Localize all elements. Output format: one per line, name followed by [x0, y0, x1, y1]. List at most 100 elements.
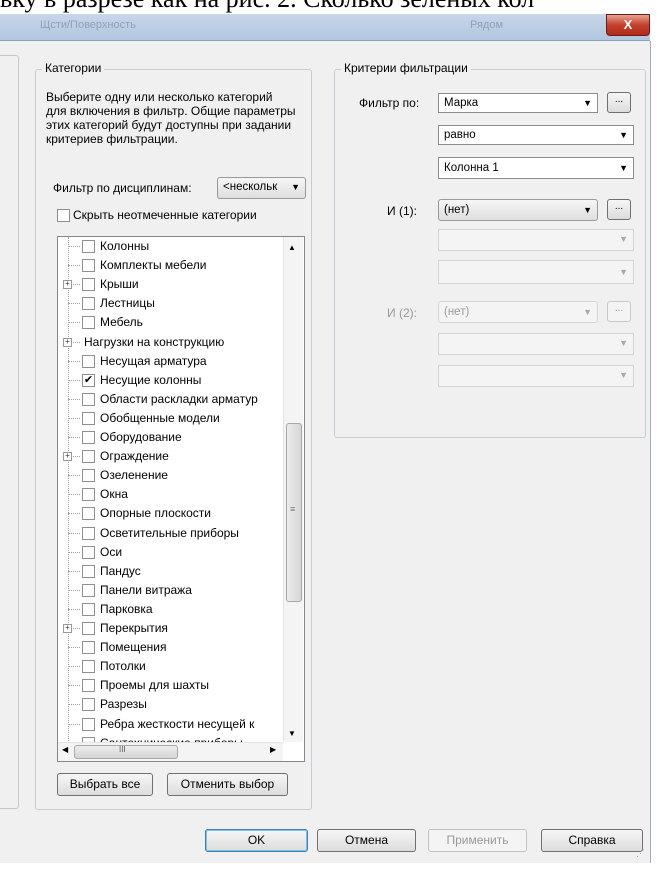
- operator-combo[interactable]: равно ▼: [438, 125, 634, 145]
- tree-item[interactable]: Колонны: [58, 237, 284, 256]
- scroll-down-arrow-icon[interactable]: ▼: [288, 729, 296, 738]
- tree-item-checkbox[interactable]: [82, 660, 95, 674]
- tree-item-checkbox[interactable]: [82, 354, 95, 368]
- tree-item-checkbox[interactable]: [82, 488, 95, 502]
- tree-item[interactable]: Комплекты мебели: [58, 256, 284, 275]
- tree-item[interactable]: Оси: [58, 543, 284, 562]
- hscroll-grip-icon: III: [119, 745, 126, 754]
- tree-item-checkbox[interactable]: [82, 717, 95, 731]
- and1-operator-combo[interactable]: ▼: [438, 229, 634, 251]
- and1-combo[interactable]: (нет) ▼: [438, 199, 598, 221]
- tree-item[interactable]: ✔ Несущие колонны: [58, 371, 284, 390]
- tree-item[interactable]: Мебель: [58, 313, 284, 332]
- tree-item[interactable]: Области раскладки арматур: [58, 390, 284, 409]
- tree-item[interactable]: Помещения: [58, 638, 284, 657]
- tree-connector: [68, 417, 80, 419]
- tree-horizontal-scrollbar[interactable]: ◀ III ▶: [58, 742, 283, 761]
- tree-item[interactable]: Окна: [58, 485, 284, 504]
- tree-item-checkbox[interactable]: [82, 450, 95, 464]
- tree-item-checkbox[interactable]: [82, 507, 95, 521]
- tree-item-label: Комплекты мебели: [100, 258, 207, 273]
- and1-value-combo[interactable]: ▼: [438, 260, 634, 284]
- expand-icon[interactable]: +: [63, 452, 72, 462]
- tree-item[interactable]: Потолки: [58, 657, 284, 676]
- tree-item-checkbox[interactable]: [82, 679, 95, 693]
- tree-item[interactable]: + Ограждение: [58, 447, 284, 466]
- hide-unchecked-checkbox[interactable]: [57, 209, 70, 222]
- document-text-snippet: вку в разрезе как на рис. 2. Сколько зел…: [0, 0, 660, 14]
- apply-button[interactable]: Применить: [428, 829, 527, 852]
- scroll-left-arrow-icon[interactable]: ◀: [62, 745, 68, 754]
- tree-item-checkbox[interactable]: [82, 622, 95, 635]
- tree-item[interactable]: Лестницы: [58, 294, 284, 313]
- tree-item-checkbox[interactable]: ✔: [82, 373, 95, 387]
- tree-connector: [68, 551, 80, 553]
- tree-item-checkbox[interactable]: [82, 602, 95, 616]
- tree-item-checkbox[interactable]: [82, 698, 95, 712]
- tree-item[interactable]: Разрезы: [58, 695, 284, 714]
- tree-item[interactable]: Парковка: [58, 600, 284, 619]
- tree-item[interactable]: Осветительные приборы: [58, 524, 284, 543]
- scroll-up-arrow-icon[interactable]: ▲: [288, 243, 296, 252]
- tree-item-checkbox[interactable]: [82, 316, 95, 330]
- tree-item[interactable]: Проемы для шахты: [58, 676, 284, 695]
- tree-item-checkbox[interactable]: [82, 431, 95, 444]
- tree-item[interactable]: + Нагрузки на конструкцию: [58, 333, 284, 352]
- and2-value-combo[interactable]: ▼: [438, 365, 634, 387]
- tree-item[interactable]: Озеленение: [58, 466, 284, 485]
- close-button[interactable]: X: [606, 14, 650, 36]
- expand-icon[interactable]: +: [63, 337, 72, 347]
- and2-label: И (2):: [387, 306, 417, 320]
- vertical-scroll-thumb[interactable]: ≡: [286, 423, 302, 602]
- chevron-down-icon: ▼: [583, 98, 592, 108]
- tree-item-checkbox[interactable]: [82, 297, 95, 311]
- tree-item-checkbox[interactable]: [82, 564, 95, 578]
- tree-item[interactable]: Опорные плоскости: [58, 504, 284, 523]
- help-button[interactable]: Справка: [541, 829, 643, 852]
- tree-item-checkbox[interactable]: [82, 469, 95, 483]
- resize-grip-icon[interactable]: ⋰: [636, 848, 645, 859]
- tree-item-checkbox[interactable]: [82, 583, 95, 597]
- tree-item-checkbox[interactable]: [82, 259, 95, 273]
- window-titlebar: Щсти/Поверхность Рядом X: [0, 14, 650, 41]
- value-combo[interactable]: Колонна 1 ▼: [438, 157, 634, 179]
- tree-item-checkbox[interactable]: [82, 526, 95, 540]
- tree-item-checkbox[interactable]: [82, 545, 95, 559]
- and2-combo[interactable]: (нет) ▼: [438, 301, 598, 323]
- tree-item[interactable]: + Перекрытия: [58, 619, 284, 638]
- tree-item-label: Оси: [100, 544, 123, 559]
- ok-button[interactable]: OK: [205, 829, 308, 852]
- tree-connector: [68, 513, 80, 515]
- tree-item[interactable]: + Крыши: [58, 275, 284, 294]
- tree-item-label: Окна: [100, 487, 128, 502]
- filter-by-ellipsis-button[interactable]: ...: [607, 92, 631, 113]
- tree-item[interactable]: Несущая арматура: [58, 352, 284, 371]
- discipline-combo[interactable]: <нескольк ▼: [217, 177, 306, 199]
- cancel-button[interactable]: Отмена: [317, 829, 416, 852]
- scroll-right-arrow-icon[interactable]: ▶: [270, 745, 276, 754]
- tree-item[interactable]: Обобщенные модели: [58, 409, 284, 428]
- tree-item[interactable]: Пандус: [58, 562, 284, 581]
- tree-vertical-scrollbar[interactable]: ▲ ≡ ▼: [283, 237, 303, 742]
- tree-item-checkbox[interactable]: [82, 411, 95, 425]
- and2-operator-combo[interactable]: ▼: [438, 333, 634, 355]
- tree-item-checkbox[interactable]: [82, 641, 95, 655]
- tree-item-checkbox[interactable]: [82, 278, 95, 292]
- tree-item-checkbox[interactable]: [82, 240, 95, 253]
- tree-connector: [68, 666, 80, 668]
- tree-item[interactable]: Ребра жесткости несущей к: [58, 715, 284, 734]
- tree-item-label: Разрезы: [100, 697, 147, 712]
- deselect-all-button[interactable]: Отменить выбор: [167, 773, 288, 796]
- horizontal-scroll-thumb[interactable]: III: [74, 745, 178, 759]
- expand-icon[interactable]: +: [63, 280, 72, 290]
- expand-icon[interactable]: +: [63, 624, 72, 633]
- tree-item-checkbox[interactable]: [82, 392, 95, 406]
- tree-item[interactable]: Оборудование: [58, 428, 284, 447]
- and1-ellipsis-button[interactable]: ...: [607, 199, 631, 220]
- category-tree[interactable]: Колонны Комплекты мебели + Крыши Лестницы Меб…: [57, 236, 305, 762]
- select-all-button[interactable]: Выбрать все: [57, 773, 153, 796]
- filter-by-combo[interactable]: Марка ▼: [438, 93, 598, 113]
- and2-ellipsis-button[interactable]: ...: [607, 301, 631, 322]
- value-text: Колонна 1: [444, 162, 499, 174]
- tree-item[interactable]: Панели витража: [58, 581, 284, 600]
